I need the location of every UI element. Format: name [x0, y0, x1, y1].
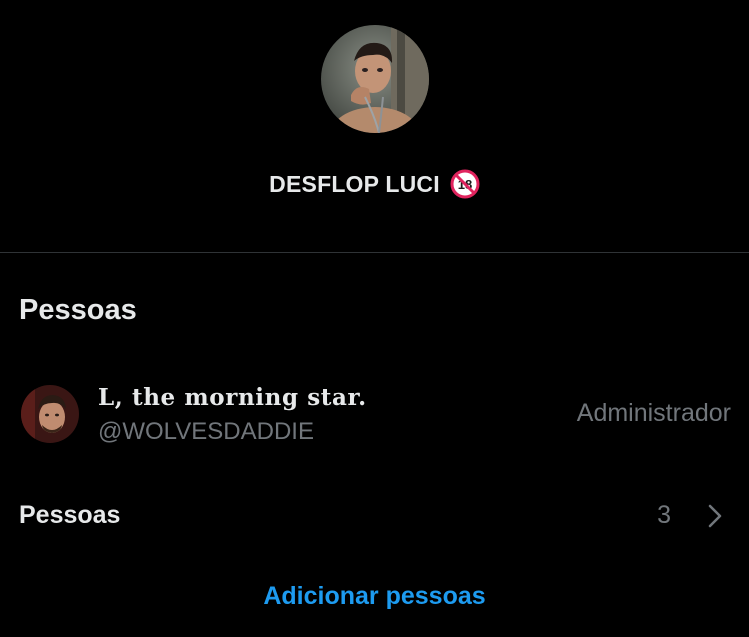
- add-people-button[interactable]: Adicionar pessoas: [0, 582, 749, 611]
- no-under-18-icon: 18: [450, 169, 480, 199]
- member-display-name: L, the morning star.: [98, 384, 367, 411]
- people-count: 3: [657, 501, 671, 529]
- people-list-row[interactable]: Pessoas 3: [0, 490, 749, 542]
- group-name: DESFLOP LUCI: [269, 170, 440, 197]
- chevron-right-icon: [708, 504, 722, 528]
- member-avatar-photo: [21, 385, 79, 443]
- header-divider: [0, 252, 749, 253]
- group-header: DESFLOP LUCI 18: [0, 0, 749, 252]
- group-name-row: DESFLOP LUCI 18: [0, 166, 749, 202]
- member-role-badge: Administrador: [576, 399, 731, 427]
- group-avatar[interactable]: [321, 25, 429, 133]
- group-avatar-photo: [321, 25, 429, 133]
- people-section-title: Pessoas: [19, 294, 137, 326]
- member-avatar[interactable]: [21, 385, 79, 443]
- people-row-label: Pessoas: [19, 501, 121, 529]
- member-handle: @WOLVESDADDIE: [98, 418, 314, 445]
- member-row[interactable]: L, the morning star. @WOLVESDADDIE Admin…: [0, 376, 749, 452]
